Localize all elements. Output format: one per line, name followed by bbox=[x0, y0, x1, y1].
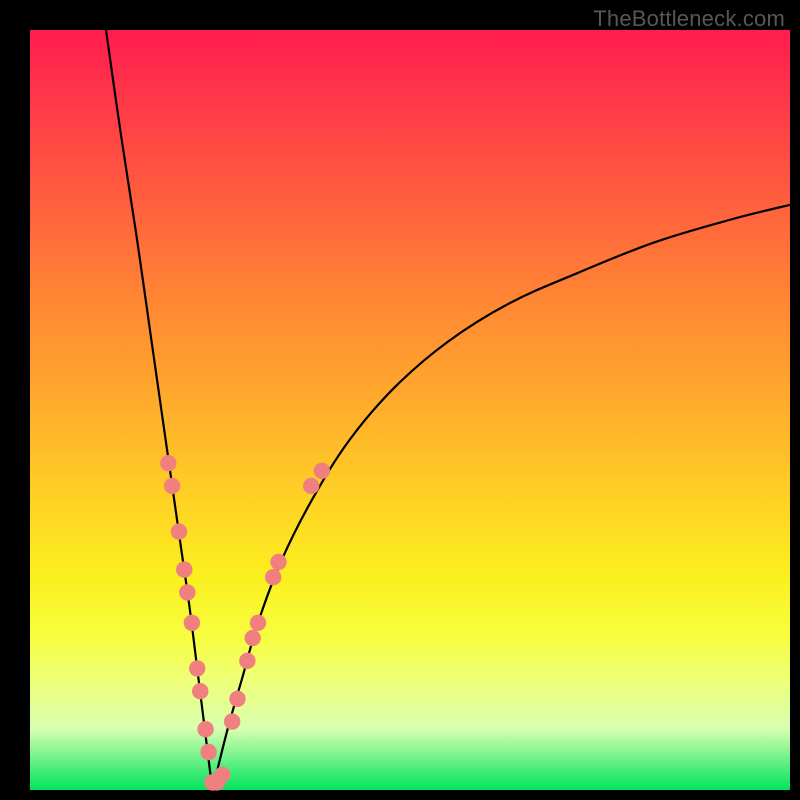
marker-layer bbox=[160, 455, 330, 791]
data-marker bbox=[200, 744, 216, 760]
plot-area bbox=[30, 30, 790, 790]
data-marker bbox=[164, 478, 180, 494]
data-marker bbox=[171, 523, 187, 539]
data-marker bbox=[303, 478, 319, 494]
data-marker bbox=[197, 721, 213, 737]
data-marker bbox=[314, 463, 330, 479]
data-marker bbox=[214, 767, 230, 783]
data-marker bbox=[229, 691, 245, 707]
data-marker bbox=[189, 660, 205, 676]
data-marker bbox=[239, 653, 255, 669]
bottleneck-curve bbox=[30, 30, 790, 790]
data-marker bbox=[270, 554, 286, 570]
data-marker bbox=[265, 569, 281, 585]
data-marker bbox=[184, 615, 200, 631]
data-marker bbox=[224, 713, 240, 729]
chart-frame: TheBottleneck.com bbox=[0, 0, 800, 800]
data-marker bbox=[192, 683, 208, 699]
data-marker bbox=[250, 615, 266, 631]
curve-right-branch bbox=[212, 205, 790, 790]
data-marker bbox=[160, 455, 176, 471]
watermark-text: TheBottleneck.com bbox=[593, 6, 785, 32]
data-marker bbox=[244, 630, 260, 646]
data-marker bbox=[176, 561, 192, 577]
data-marker bbox=[179, 584, 195, 600]
curve-layer bbox=[106, 30, 790, 790]
